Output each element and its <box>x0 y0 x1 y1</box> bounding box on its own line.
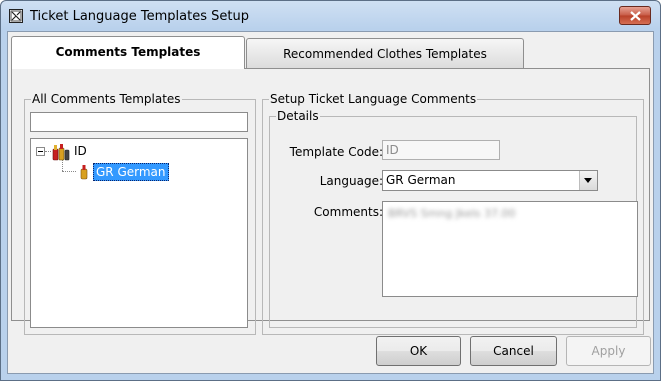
language-select[interactable]: GR German <box>382 170 598 191</box>
group-label: Setup Ticket Language Comments <box>269 92 478 106</box>
title-bar[interactable]: Ticket Language Templates Setup <box>1 1 660 31</box>
apply-button[interactable]: Apply <box>566 336 651 366</box>
comments-label: Comments: <box>313 205 383 219</box>
language-selected-value: GR German <box>386 173 456 187</box>
all-comments-templates-group: All Comments Templates ID GR German <box>24 92 256 335</box>
language-label: Language: <box>319 174 383 188</box>
tree-node-gr-german[interactable]: GR German <box>93 163 169 181</box>
tab-panel: All Comments Templates ID GR German Setu… <box>11 68 650 335</box>
tab-label: Comments Templates <box>55 45 201 59</box>
close-button[interactable] <box>619 6 651 25</box>
comments-text: BRVS Smng Jkels 37.00 <box>388 207 516 220</box>
dropdown-arrow-button[interactable] <box>579 171 597 190</box>
comments-textarea[interactable]: BRVS Smng Jkels 37.00 <box>382 201 638 297</box>
dialog-window: Ticket Language Templates Setup Comments… <box>0 0 661 381</box>
cancel-button[interactable]: Cancel <box>470 336 557 366</box>
bottles-icon <box>51 143 71 164</box>
bottle-icon <box>78 164 90 183</box>
close-icon <box>630 11 641 21</box>
templates-tree[interactable]: ID GR German <box>30 138 248 328</box>
collapse-toggle[interactable] <box>36 147 45 156</box>
group-label: Details <box>276 109 320 123</box>
tab-comments-templates[interactable]: Comments Templates <box>11 36 245 69</box>
chevron-down-icon <box>584 178 592 183</box>
group-label: All Comments Templates <box>31 92 182 106</box>
tree-node-root-label[interactable]: ID <box>74 144 87 158</box>
tab-recommended-clothes-templates[interactable]: Recommended Clothes Templates <box>246 38 524 68</box>
tab-label: Recommended Clothes Templates <box>283 47 487 61</box>
setup-ticket-language-comments-group: Setup Ticket Language Comments Details T… <box>262 92 644 335</box>
dialog-client-area: Comments Templates Recommended Clothes T… <box>7 31 654 374</box>
window-title: Ticket Language Templates Setup <box>30 9 249 24</box>
ok-button[interactable]: OK <box>376 336 461 366</box>
template-code-label: Template Code: <box>289 145 383 159</box>
template-code-field: ID <box>382 140 500 160</box>
app-window-icon <box>9 9 23 23</box>
tree-connector <box>62 171 76 172</box>
template-filter-input[interactable] <box>30 112 248 132</box>
details-group: Details Template Code: ID Language: GR G… <box>269 109 638 328</box>
